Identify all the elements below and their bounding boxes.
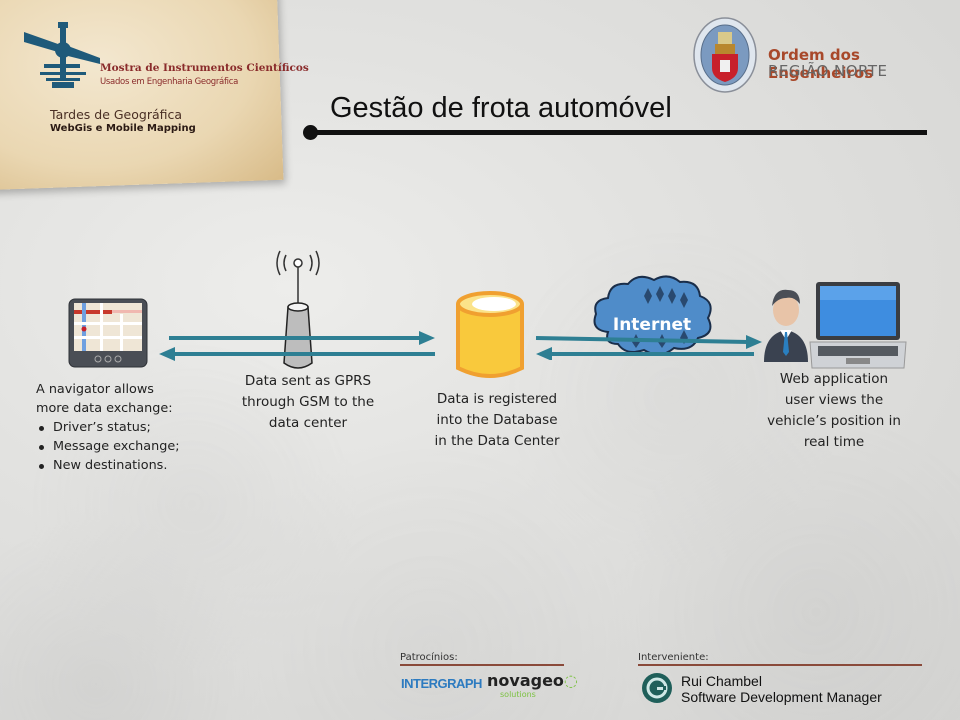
web-user-caption-line: vehicle’s position in [767, 413, 901, 429]
title-bullet-dot [303, 125, 318, 140]
database-caption-line: in the Data Center [434, 433, 560, 449]
company-logo-icon [642, 673, 672, 703]
sponsors-divider [400, 664, 564, 666]
web-user-caption-line: real time [803, 434, 865, 450]
novageo-swirl-icon: ◌ [563, 671, 578, 690]
novageo-wordmark: novageo [487, 671, 564, 690]
intervener-divider [638, 664, 922, 666]
coat-of-arms-icon [693, 17, 757, 93]
arrow-left [536, 347, 754, 360]
event-logo-title: Mostra de Instrumentos Científicos [100, 62, 309, 74]
event-title: Tardes de Geográfica [50, 107, 183, 122]
gps-navigator-icon [68, 298, 148, 368]
page-title: Gestão de frota automóvel [330, 92, 672, 124]
navigator-feature-list: Driver’s status; Message exchange; New d… [36, 418, 180, 475]
gsm-caption: Data sent as GPRS through GSM to the dat… [218, 371, 398, 434]
intervener-label: Interveniente: [638, 652, 709, 663]
database-caption: Data is registered into the Database in … [412, 389, 582, 452]
navigator-caption-line: more data exchange: [36, 401, 173, 416]
link-navigator-database [159, 331, 435, 361]
database-icon [456, 291, 524, 378]
novageo-logo: novageo◌ [487, 671, 578, 690]
navigator-caption-line: A navigator allows [36, 382, 154, 397]
web-user-caption-line: user views the [784, 392, 884, 408]
sponsors-label: Patrocínios: [400, 652, 458, 663]
gsm-caption-line: through GSM to the [241, 394, 375, 410]
list-item: Driver’s status; [39, 418, 180, 437]
arrow-right [535, 335, 762, 349]
event-subtitle: WebGis e Mobile Mapping [50, 123, 196, 134]
presenter-role: Software Development Manager [681, 689, 882, 705]
web-user-caption-line: Web application [779, 371, 889, 387]
user-icon [764, 289, 808, 362]
link-database-webuser [535, 335, 762, 360]
gsm-caption-line: data center [268, 415, 348, 431]
event-logo-subtitle: Usados em Engenharia Geográfica [100, 77, 238, 87]
arrow-right [169, 331, 435, 345]
novageo-tagline: solutions [500, 690, 536, 699]
database-caption-line: into the Database [436, 412, 558, 428]
org-subtitle: REGIÃO NORTE [768, 62, 888, 80]
presenter-name: Rui Chambel [681, 673, 762, 689]
theodolite-icon [24, 22, 100, 88]
gsm-caption-line: Data sent as GPRS [244, 373, 372, 389]
laptop-icon [809, 282, 907, 369]
title-underline [312, 130, 927, 135]
arrow-left [159, 347, 435, 361]
database-caption-line: Data is registered [436, 391, 558, 407]
intergraph-logo: INTERGRAPH [401, 676, 482, 691]
web-user-caption: Web application user views the vehicle’s… [748, 369, 920, 453]
list-item: New destinations. [39, 456, 180, 475]
navigator-caption: A navigator allows more data exchange: D… [36, 380, 180, 475]
list-item: Message exchange; [39, 439, 180, 454]
user-laptop-icon [764, 282, 907, 369]
